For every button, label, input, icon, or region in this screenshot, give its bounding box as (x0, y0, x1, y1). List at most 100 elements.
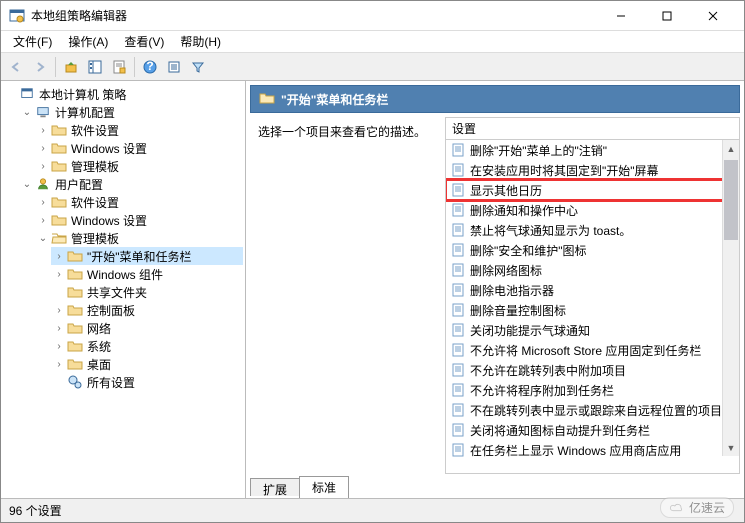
vertical-scrollbar[interactable]: ▲ ▼ (722, 140, 739, 456)
setting-row[interactable]: 显示其他日历 (446, 180, 739, 200)
tree-label: 用户配置 (55, 176, 103, 193)
setting-row[interactable]: 删除网络图标 (446, 260, 739, 280)
folder-icon (67, 248, 83, 264)
window-title: 本地组策略编辑器 (31, 7, 598, 24)
minimize-button[interactable] (598, 1, 644, 31)
setting-label: 删除音量控制图标 (470, 302, 566, 319)
policy-icon (450, 182, 466, 198)
tree-pane[interactable]: 本地计算机 策略 ⌄ 计算机配置 ›软件设置 ›Windows 设置 ›管理模板 (1, 81, 246, 498)
setting-row[interactable]: 删除通知和操作中心 (446, 200, 739, 220)
setting-row[interactable]: 不允许将程序附加到任务栏 (446, 380, 739, 400)
description-pane: 选择一个项目来查看它的描述。 (250, 117, 445, 474)
policy-icon (450, 262, 466, 278)
setting-row[interactable]: 不允许在跳转列表中附加项目 (446, 360, 739, 380)
up-button[interactable] (60, 56, 82, 78)
chevron-down-icon: ⌄ (21, 179, 33, 190)
policy-icon (450, 162, 466, 178)
setting-label: 在任务栏上显示 Windows 应用商店应用 (470, 442, 681, 459)
setting-row[interactable]: 删除"开始"菜单上的"注销" (446, 140, 739, 160)
tree-label: "开始"菜单和任务栏 (87, 248, 192, 265)
tree-user-config[interactable]: ⌄ 用户配置 (19, 175, 243, 193)
setting-label: 删除电池指示器 (470, 282, 554, 299)
setting-row[interactable]: 删除音量控制图标 (446, 300, 739, 320)
chevron-right-icon: › (37, 197, 49, 208)
menu-help[interactable]: 帮助(H) (172, 31, 229, 52)
forward-button[interactable] (29, 56, 51, 78)
filter-button[interactable] (187, 56, 209, 78)
menu-view[interactable]: 查看(V) (116, 31, 172, 52)
tab-extended[interactable]: 扩展 (250, 478, 300, 496)
tree-start-taskbar[interactable]: ›"开始"菜单和任务栏 (51, 247, 243, 265)
tree-windows-settings[interactable]: › Windows 设置 (35, 211, 243, 229)
tree-windows-settings[interactable]: ›Windows 设置 (35, 139, 243, 157)
menu-file[interactable]: 文件(F) (5, 31, 60, 52)
tree-label: 桌面 (87, 356, 111, 373)
chevron-right-icon: › (53, 341, 65, 352)
column-header-setting[interactable]: 设置 (446, 118, 739, 140)
folder-icon (51, 194, 67, 210)
tab-standard[interactable]: 标准 (299, 476, 349, 498)
tree-computer-config[interactable]: ⌄ 计算机配置 (19, 103, 243, 121)
tree-label: Windows 设置 (71, 140, 147, 157)
toolbar: ? (1, 53, 744, 81)
setting-row[interactable]: 在任务栏上显示 Windows 应用商店应用 (446, 440, 739, 460)
setting-row[interactable]: 在安装应用时将其固定到"开始"屏幕 (446, 160, 739, 180)
setting-row[interactable]: 不允许将 Microsoft Store 应用固定到任务栏 (446, 340, 739, 360)
scroll-down-button[interactable]: ▼ (723, 439, 739, 456)
show-tree-button[interactable] (84, 56, 106, 78)
chevron-right-icon: › (37, 125, 49, 136)
setting-row[interactable]: 关闭将通知图标自动提升到任务栏 (446, 420, 739, 440)
tree-admin-templates[interactable]: ⌄管理模板 (35, 229, 243, 247)
tree-desktop[interactable]: ›桌面 (51, 355, 243, 373)
close-button[interactable] (690, 1, 736, 31)
tree-admin-templates[interactable]: ›管理模板 (35, 157, 243, 175)
chevron-right-icon: › (53, 323, 65, 334)
cogs-icon (67, 374, 83, 390)
menu-action[interactable]: 操作(A) (60, 31, 116, 52)
tree-windows-components[interactable]: ›Windows 组件 (51, 265, 243, 283)
setting-row[interactable]: 关闭功能提示气球通知 (446, 320, 739, 340)
folder-icon (67, 320, 83, 336)
help-button[interactable]: ? (139, 56, 161, 78)
chevron-right-icon: › (53, 305, 65, 316)
setting-row[interactable]: 删除"安全和维护"图标 (446, 240, 739, 260)
policy-icon (450, 362, 466, 378)
maximize-button[interactable] (644, 1, 690, 31)
folder-icon (67, 302, 83, 318)
scroll-up-button[interactable]: ▲ (723, 140, 739, 157)
options-button[interactable] (163, 56, 185, 78)
details-tabs: 扩展 标准 (250, 476, 740, 498)
setting-label: 删除通知和操作中心 (470, 202, 578, 219)
tree-label: 管理模板 (71, 158, 119, 175)
tree-shared-folders[interactable]: 共享文件夹 (51, 283, 243, 301)
setting-label: 关闭功能提示气球通知 (470, 322, 590, 339)
setting-row[interactable]: 禁止将气球通知显示为 toast。 (446, 220, 739, 240)
tree-label: Windows 设置 (71, 212, 147, 229)
setting-row[interactable]: 删除电池指示器 (446, 280, 739, 300)
tree-label: 软件设置 (71, 194, 119, 211)
tree-system[interactable]: ›系统 (51, 337, 243, 355)
chevron-right-icon: › (53, 269, 65, 280)
tree-software-settings[interactable]: ›软件设置 (35, 121, 243, 139)
tree-all-settings[interactable]: 所有设置 (51, 373, 243, 391)
tree-label: 计算机配置 (55, 104, 115, 121)
settings-list[interactable]: 删除"开始"菜单上的"注销"在安装应用时将其固定到"开始"屏幕显示其他日历删除通… (446, 140, 739, 473)
policy-icon (450, 342, 466, 358)
setting-label: 禁止将气球通知显示为 toast。 (470, 222, 631, 239)
tree-software-settings[interactable]: › 软件设置 (35, 193, 243, 211)
chevron-right-icon: › (37, 215, 49, 226)
tree-label: 本地计算机 策略 (39, 86, 126, 103)
scroll-thumb[interactable] (724, 160, 738, 240)
tree-network[interactable]: ›网络 (51, 319, 243, 337)
properties-button[interactable] (108, 56, 130, 78)
tree-label: 控制面板 (87, 302, 135, 319)
folder-icon (51, 140, 67, 156)
back-button[interactable] (5, 56, 27, 78)
setting-row[interactable]: 不在跳转列表中显示或跟踪来自远程位置的项目 (446, 400, 739, 420)
folder-icon (51, 122, 67, 138)
tree-control-panel[interactable]: › 控制面板 (51, 301, 243, 319)
tree-root[interactable]: 本地计算机 策略 (3, 85, 243, 103)
app-icon (9, 8, 25, 24)
details-header: "开始"菜单和任务栏 (250, 85, 740, 113)
setting-label: 不允许在跳转列表中附加项目 (470, 362, 626, 379)
